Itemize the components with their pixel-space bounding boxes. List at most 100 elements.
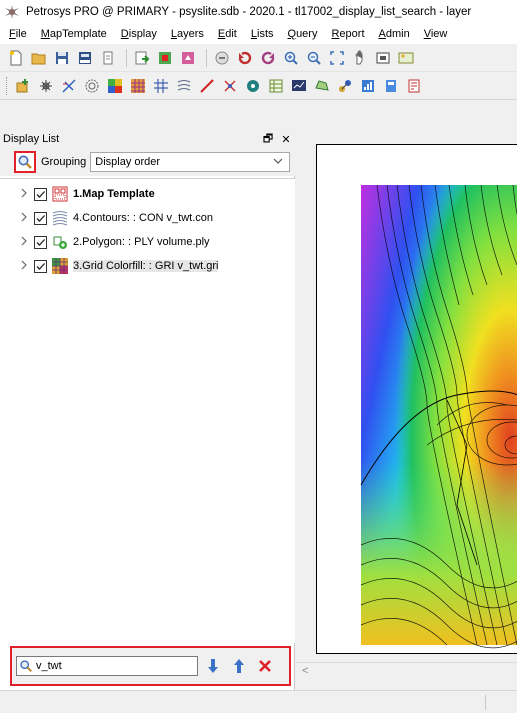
layer-label: 1.Map Template: [73, 188, 155, 200]
search-previous-button[interactable]: [228, 655, 250, 677]
culture-icon[interactable]: [220, 76, 240, 96]
title-bar: Petrosys PRO @ PRIMARY - psyslite.sdb - …: [0, 0, 517, 24]
layer-row[interactable]: 2.Polygon: : PLY volume.ply: [0, 230, 295, 254]
menu-maptemplate[interactable]: MapTemplate: [34, 24, 114, 44]
layers-toolbar: [0, 72, 517, 100]
fault-icon[interactable]: [59, 76, 79, 96]
chevron-down-icon: [273, 156, 283, 168]
layer-label: 4.Contours: : CON v_twt.con: [73, 212, 213, 224]
display-list-header: Display List 🗗 ✕: [0, 130, 295, 148]
grid-icon[interactable]: [128, 76, 148, 96]
stop-icon[interactable]: [212, 48, 232, 68]
toolbar-separator: [126, 48, 127, 67]
menu-view[interactable]: View: [417, 24, 455, 44]
zoom-extents-icon[interactable]: [327, 48, 347, 68]
stamp-icon[interactable]: [404, 76, 424, 96]
menu-edit[interactable]: Edit: [211, 24, 244, 44]
close-icon: [259, 660, 271, 672]
menu-file[interactable]: File: [2, 24, 34, 44]
link-icon[interactable]: [335, 76, 355, 96]
window-title: Petrosys PRO @ PRIMARY - psyslite.sdb - …: [26, 6, 472, 18]
layer-visibility-checkbox[interactable]: [34, 211, 47, 225]
layer-label: 2.Polygon: : PLY volume.ply: [73, 236, 210, 248]
add-layer-icon[interactable]: [13, 76, 33, 96]
print-icon[interactable]: [381, 76, 401, 96]
polygon-icon: [53, 236, 67, 249]
layer-search-field[interactable]: [16, 656, 198, 676]
map-frame[interactable]: [316, 144, 517, 654]
status-divider: [485, 695, 486, 710]
layer-label: 3.Grid Colorfill: : GRI v_twt.gri: [73, 260, 219, 272]
arrow-down-icon: [208, 659, 218, 673]
mesh-icon[interactable]: [151, 76, 171, 96]
toolbar-grip[interactable]: [6, 76, 9, 95]
map-canvas-area[interactable]: [296, 130, 517, 660]
scroll-left-icon[interactable]: <: [302, 665, 308, 677]
grid-colorfill-icon: [52, 258, 68, 274]
pan-hand-icon[interactable]: [350, 48, 370, 68]
menu-bar: File MapTemplate Display Layers Edit Lis…: [0, 24, 517, 44]
expand-chevron-icon[interactable]: [20, 236, 34, 249]
display-list-title: Display List: [3, 133, 60, 145]
contours-icon: [52, 211, 68, 226]
polygon-tool-icon[interactable]: [312, 76, 332, 96]
menu-query[interactable]: Query: [281, 24, 325, 44]
search-icon: [20, 660, 32, 672]
layer-visibility-checkbox[interactable]: [34, 235, 47, 249]
menu-lists[interactable]: Lists: [244, 24, 281, 44]
layer-visibility-checkbox[interactable]: [34, 259, 47, 273]
new-file-icon[interactable]: [6, 48, 26, 68]
close-search-button[interactable]: [254, 655, 276, 677]
search-icon: [18, 155, 32, 169]
contours-tool-icon[interactable]: [174, 76, 194, 96]
open-folder-icon[interactable]: [29, 48, 49, 68]
layer-tree: 1.Map Template 4.Contours: : CON v_twt.c…: [0, 178, 295, 643]
redo-icon[interactable]: [258, 48, 278, 68]
map-horizontal-scrollbar[interactable]: <: [296, 662, 517, 679]
document-icon[interactable]: [98, 48, 118, 68]
layer-row[interactable]: 1.Map Template: [0, 182, 295, 206]
expand-chevron-icon[interactable]: [20, 260, 34, 273]
colorfill-icon[interactable]: [105, 76, 125, 96]
table-icon[interactable]: [266, 76, 286, 96]
expand-chevron-icon[interactable]: [20, 212, 34, 225]
main-toolbar: [0, 44, 517, 72]
save-icon[interactable]: [52, 48, 72, 68]
grouping-label: Grouping: [41, 156, 87, 168]
network-icon[interactable]: [243, 76, 263, 96]
zoom-in-icon[interactable]: [281, 48, 301, 68]
publish-icon[interactable]: [178, 48, 198, 68]
zoom-out-icon[interactable]: [304, 48, 324, 68]
search-toggle-button[interactable]: [14, 151, 36, 173]
image-icon[interactable]: [396, 48, 416, 68]
layer-visibility-checkbox[interactable]: [34, 187, 47, 201]
export-icon[interactable]: [132, 48, 152, 68]
layer-row[interactable]: 3.Grid Colorfill: : GRI v_twt.gri: [0, 254, 295, 278]
seismic-grid-icon[interactable]: [82, 76, 102, 96]
undo-icon[interactable]: [235, 48, 255, 68]
float-panel-icon[interactable]: 🗗: [259, 131, 277, 147]
line-icon[interactable]: [197, 76, 217, 96]
status-bar: [0, 690, 517, 713]
layer-search-bar: [10, 646, 291, 686]
expand-chevron-icon[interactable]: [20, 188, 34, 201]
save-all-icon[interactable]: [75, 48, 95, 68]
petrosys-app-icon: [5, 5, 19, 19]
grouping-dropdown[interactable]: Display order: [90, 152, 291, 172]
import-icon[interactable]: [155, 48, 175, 68]
menu-display[interactable]: Display: [114, 24, 164, 44]
menu-layers[interactable]: Layers: [164, 24, 211, 44]
grouping-value: Display order: [95, 156, 161, 168]
well-symbol-icon[interactable]: [36, 76, 56, 96]
report-icon[interactable]: [358, 76, 378, 96]
menu-admin[interactable]: Admin: [372, 24, 417, 44]
chart-icon[interactable]: [289, 76, 309, 96]
contour-map-image: [360, 184, 517, 649]
snapshot-icon[interactable]: [373, 48, 393, 68]
close-panel-icon[interactable]: ✕: [277, 131, 295, 147]
layer-row[interactable]: 4.Contours: : CON v_twt.con: [0, 206, 295, 230]
search-next-button[interactable]: [202, 655, 224, 677]
layer-search-input[interactable]: [36, 660, 186, 672]
grouping-row: Grouping Display order: [0, 148, 295, 176]
menu-report[interactable]: Report: [324, 24, 371, 44]
